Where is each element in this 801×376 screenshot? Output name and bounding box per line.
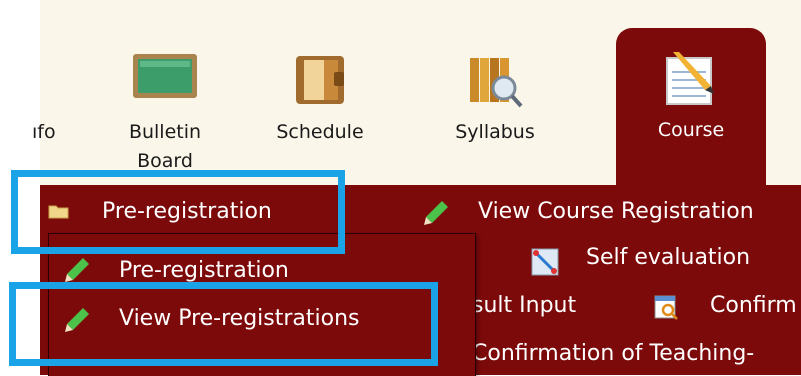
menu-confirmation-of-teaching[interactable]: Confirmation of Teaching- bbox=[472, 339, 754, 369]
menu-self-evaluation[interactable]: Self evaluation bbox=[586, 243, 750, 273]
dropdown-item-pre-registration[interactable]: Pre-registration bbox=[119, 256, 289, 286]
document-search-icon bbox=[654, 295, 678, 320]
dropdown-item-view-pre-registrations[interactable]: View Pre-registrations bbox=[119, 304, 360, 334]
pre-registration-dropdown: Pre-registration View Pre-registrations bbox=[48, 233, 476, 376]
tab-bulletin-board-label: Bulletin Board bbox=[128, 121, 202, 172]
notepad-pencil-icon bbox=[666, 52, 714, 105]
top-tab-bar: ıfo Bulletin Board Schedule Syllabus Cou… bbox=[32, 0, 801, 185]
tab-info-label: ıfo bbox=[32, 121, 56, 143]
tab-course-label: Course bbox=[657, 119, 725, 141]
tab-syllabus[interactable]: Syllabus bbox=[430, 0, 560, 185]
menu-confirm[interactable]: Confirm bbox=[710, 291, 797, 321]
menu-result-input[interactable]: sult Input bbox=[472, 291, 576, 321]
chalkboard-icon bbox=[133, 54, 197, 98]
tab-syllabus-label: Syllabus bbox=[455, 121, 535, 143]
menu-view-course-registration[interactable]: View Course Registration bbox=[478, 197, 754, 227]
tab-course[interactable]: Course bbox=[616, 28, 766, 185]
folder-icon bbox=[48, 205, 69, 219]
tab-info[interactable]: ıfo bbox=[32, 0, 100, 185]
pencil-icon bbox=[65, 258, 89, 282]
pencil-icon bbox=[65, 308, 89, 332]
tab-schedule-label: Schedule bbox=[276, 121, 364, 143]
tab-bulletin-board[interactable]: Bulletin Board bbox=[100, 0, 230, 185]
planner-book-icon bbox=[296, 56, 344, 104]
pencil-icon bbox=[424, 201, 448, 225]
books-magnifier-icon bbox=[470, 58, 523, 108]
tab-schedule[interactable]: Schedule bbox=[255, 0, 385, 185]
self-evaluation-icon bbox=[531, 248, 559, 276]
menu-pre-registration[interactable]: Pre-registration bbox=[102, 197, 272, 227]
